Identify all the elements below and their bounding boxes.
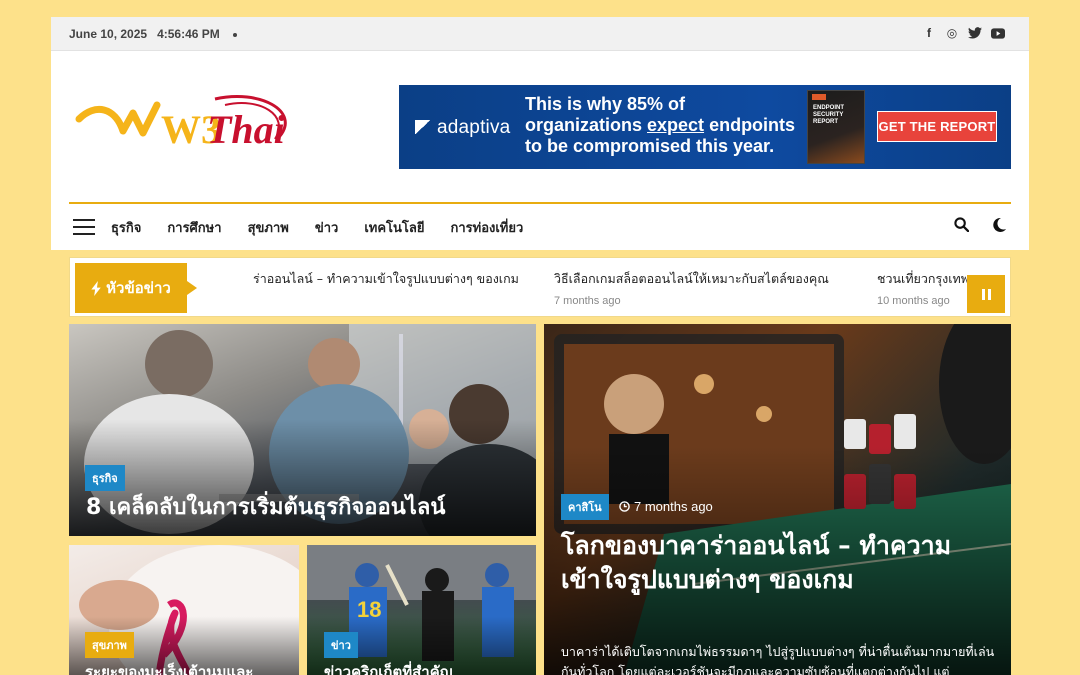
ticker-item[interactable]: ชวนเที่ยวกรุงเทพฯ แจกพิกัด10 months ago — [877, 269, 967, 307]
social-links: f ◎ — [922, 26, 1005, 40]
news-ticker: หัวข้อข่าว ร่าออนไลน์ – ทำความเข้าใจรูปแ… — [69, 257, 1011, 317]
main-nav: ธุรกิจ การศึกษา สุขภาพ ข่าว เทคโนโลยี กา… — [69, 204, 1011, 250]
card-excerpt: บาคาร่าได้เติบโตจากเกมไพ่ธรรมดาๆ ไปสู่รู… — [561, 644, 995, 675]
report-title: ENDPOINT SECURITY REPORT — [813, 105, 845, 125]
ticker-item[interactable]: ร่าออนไลน์ – ทำความเข้าใจรูปแบบต่างๆ ของ… — [253, 269, 519, 289]
ad-brand: adaptiva — [415, 117, 510, 139]
site-header: W3 Thai adaptiva This is why 85% of orga… — [51, 51, 1029, 250]
search-icon[interactable] — [954, 217, 970, 237]
nav-item-travel[interactable]: การท่องเที่ยว — [450, 217, 523, 238]
card-title[interactable]: โลกของบาคาร่าออนไลน์ – ทำความเข้าใจรูปแบ… — [561, 529, 991, 597]
featured-card-business[interactable]: ธุรกิจ 8 เคล็ดลับในการเริ่มต้นธุรกิจออนไ… — [69, 324, 536, 536]
card-news[interactable]: 18 ข่าว ข่าวคริกเก็ตที่สำคัญ — [307, 545, 536, 675]
instagram-icon[interactable]: ◎ — [945, 26, 959, 40]
pause-button[interactable] — [967, 275, 1005, 313]
get-report-button[interactable]: GET THE REPORT — [877, 111, 997, 142]
twitter-icon[interactable] — [968, 26, 982, 40]
card-health[interactable]: สุขภาพ ระยะของมะเร็งเต้านมและ — [69, 545, 299, 675]
ad-banner[interactable]: adaptiva This is why 85% of organization… — [399, 85, 1011, 169]
current-date: June 10, 2025 — [69, 27, 148, 41]
adaptiva-logo-icon — [415, 120, 431, 134]
card-title[interactable]: ระยะของมะเร็งเต้านมและ — [85, 662, 285, 675]
ticker-label: หัวข้อข่าว — [75, 263, 197, 313]
nav-item-news[interactable]: ข่าว — [315, 217, 339, 238]
ticker-items: ร่าออนไลน์ – ทำความเข้าใจรูปแบบต่างๆ ของ… — [187, 258, 967, 316]
category-badge[interactable]: ข่าว — [324, 632, 358, 658]
current-time: 4:56:46 PM — [157, 27, 220, 41]
nav-item-health[interactable]: สุขภาพ — [248, 217, 289, 238]
bolt-icon — [91, 280, 101, 296]
report-tag — [812, 94, 826, 100]
ad-headline: This is why 85% of organizations expect … — [525, 94, 796, 156]
live-dot-icon — [232, 32, 237, 37]
top-bar: June 10, 2025 4:56:46 PM f ◎ — [51, 17, 1029, 51]
category-badge[interactable]: ธุรกิจ — [85, 465, 125, 491]
site-logo[interactable]: W3 Thai — [75, 91, 295, 161]
ad-report-cover: ENDPOINT SECURITY REPORT — [807, 90, 865, 164]
facebook-icon[interactable]: f — [922, 26, 936, 40]
post-time: 7 months ago — [619, 499, 713, 514]
card-title[interactable]: ข่าวคริกเก็ตที่สำคัญ — [324, 662, 524, 675]
nav-item-technology[interactable]: เทคโนโลยี — [364, 217, 424, 238]
youtube-icon[interactable] — [991, 26, 1005, 40]
dark-mode-icon[interactable] — [991, 217, 1007, 238]
nav-item-education[interactable]: การศึกษา — [167, 217, 221, 238]
clock-icon — [619, 501, 630, 512]
menu-icon[interactable] — [73, 219, 95, 235]
nav-item-business[interactable]: ธุรกิจ — [111, 217, 141, 238]
category-badge[interactable]: สุขภาพ — [85, 632, 134, 658]
date-time: June 10, 2025 4:56:46 PM — [69, 27, 237, 41]
category-badge[interactable]: คาสิโน — [561, 494, 609, 520]
ticker-item[interactable]: วิธีเลือกเกมสล็อตออนไลน์ให้เหมาะกับสไตล์… — [554, 269, 829, 307]
card-title[interactable]: 8 เคล็ดลับในการเริ่มต้นธุรกิจออนไลน์ — [86, 494, 526, 522]
featured-card-casino[interactable]: คาสิโน 7 months ago โลกของบาคาร่าออนไลน์… — [544, 324, 1011, 675]
